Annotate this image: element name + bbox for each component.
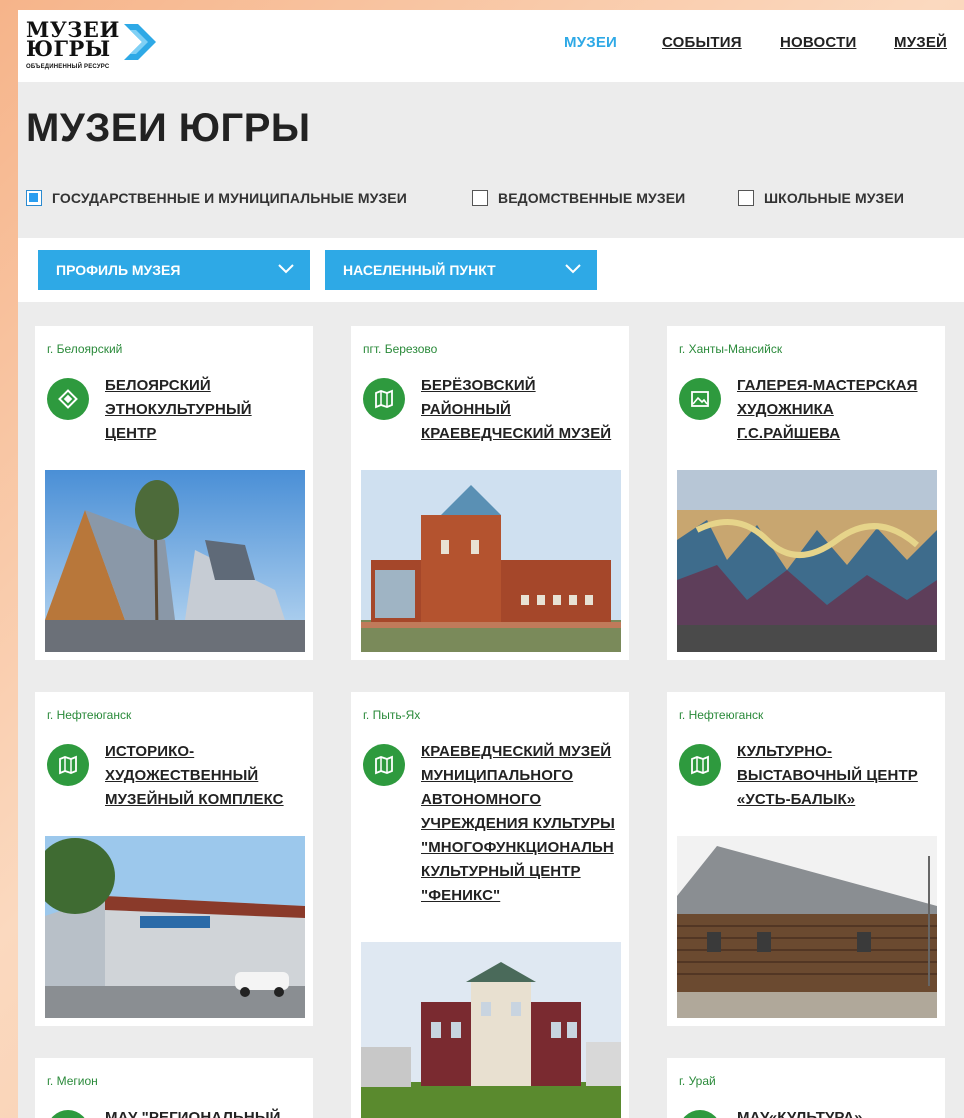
nav-item-events[interactable]: СОБЫТИЯ — [662, 34, 742, 51]
site-logo[interactable]: МУЗЕИ ЮГРЫ ОБЪЕДИНЕННЫЙ РЕСУРС — [26, 14, 176, 78]
site-header: МУЗЕИ ЮГРЫ ОБЪЕДИНЕННЫЙ РЕСУРС МУЗЕИ СОБ… — [18, 10, 964, 82]
card-title-link[interactable]: МАУ "РЕГИОНАЛЬНЫЙ — [105, 1106, 305, 1118]
locality-dropdown[interactable]: НАСЕЛЕННЫЙ ПУНКТ — [325, 250, 597, 290]
museum-photo — [45, 470, 305, 652]
map-icon — [679, 1110, 721, 1118]
museum-card[interactable]: г. Ханты-Мансийск ГАЛЕРЕЯ-МАСТЕРСКАЯ ХУД… — [667, 326, 945, 660]
card-title-link[interactable]: ИСТОРИКО- ХУДОЖЕСТВЕННЫЙ МУЗЕЙНЫЙ КОМПЛЕ… — [105, 740, 305, 812]
card-city: пгт. Березово — [363, 342, 438, 356]
diamond-ornament-icon — [47, 378, 89, 420]
logo-arrow-icon — [124, 24, 156, 60]
checkbox-checked[interactable] — [26, 190, 42, 206]
card-city: г. Урай — [679, 1074, 716, 1088]
museum-card[interactable]: г. Белоярский БЕЛОЯРСКИЙ ЭТНОКУЛЬТУРНЫЙ … — [35, 326, 313, 660]
dropdown-label: НАСЕЛЕННЫЙ ПУНКТ — [343, 262, 496, 278]
card-title-link[interactable]: ГАЛЕРЕЯ-МАСТЕРСКАЯ ХУДОЖНИКА Г.С.РАЙШЕВА — [737, 374, 937, 446]
map-icon — [363, 378, 405, 420]
nav-item-news[interactable]: НОВОСТИ — [780, 34, 856, 51]
filter-label: ВЕДОМСТВЕННЫЕ МУЗЕИ — [498, 190, 686, 206]
museum-card[interactable]: г. Пыть-Ях КРАЕВЕДЧЕСКИЙ МУЗЕЙ МУНИЦИПАЛ… — [351, 692, 629, 1118]
museum-photo — [677, 836, 937, 1018]
page-title: МУЗЕИ ЮГРЫ — [26, 106, 311, 150]
map-icon — [47, 1110, 89, 1118]
card-city: г. Белоярский — [47, 342, 123, 356]
chevron-down-icon — [278, 264, 294, 274]
museum-type-filters: ГОСУДАРСТВЕННЫЕ И МУНИЦИПАЛЬНЫЕ МУЗЕИ ВЕ… — [26, 188, 956, 212]
logo-line-2: ЮГРЫ — [26, 36, 111, 61]
museum-card[interactable]: пгт. Березово БЕРЁЗОВСКИЙ РАЙОННЫЙ КРАЕВ… — [351, 326, 629, 660]
card-title-link[interactable]: КРАЕВЕДЧЕСКИЙ МУЗЕЙ МУНИЦИПАЛЬНОГО АВТОН… — [421, 740, 621, 908]
museum-card[interactable]: г. Урай МАУ«КУЛЬТУРА» — [667, 1058, 945, 1118]
card-title-link[interactable]: БЕЛОЯРСКИЙ ЭТНОКУЛЬТУРНЫЙ ЦЕНТР — [105, 374, 305, 446]
map-icon — [679, 744, 721, 786]
filter-label: ГОСУДАРСТВЕННЫЕ И МУНИЦИПАЛЬНЫЕ МУЗЕИ — [52, 190, 407, 206]
museum-card[interactable]: г. Нефтеюганск ИСТОРИКО- ХУДОЖЕСТВЕННЫЙ … — [35, 692, 313, 1026]
page-frame: МУЗЕИ ЮГРЫ ОБЪЕДИНЕННЫЙ РЕСУРС МУЗЕИ СОБ… — [18, 10, 964, 1118]
nav-item-museums[interactable]: МУЗЕИ — [564, 34, 617, 51]
checkbox-unchecked[interactable] — [738, 190, 754, 206]
chevron-down-icon — [565, 264, 581, 274]
museum-card[interactable]: г. Нефтеюганск КУЛЬТУРНО- ВЫСТАВОЧНЫЙ ЦЕ… — [667, 692, 945, 1026]
card-city: г. Мегион — [47, 1074, 98, 1088]
museum-photo — [677, 470, 937, 652]
dropdown-label: ПРОФИЛЬ МУЗЕЯ — [56, 262, 181, 278]
logo-subtitle: ОБЪЕДИНЕННЫЙ РЕСУРС — [26, 64, 110, 70]
museum-photo — [361, 942, 621, 1118]
map-icon — [363, 744, 405, 786]
checkbox-unchecked[interactable] — [472, 190, 488, 206]
card-city: г. Пыть-Ях — [363, 708, 421, 722]
museum-card[interactable]: г. Мегион МАУ "РЕГИОНАЛЬНЫЙ — [35, 1058, 313, 1118]
card-title-link[interactable]: МАУ«КУЛЬТУРА» — [737, 1106, 937, 1118]
museum-profile-dropdown[interactable]: ПРОФИЛЬ МУЗЕЯ — [38, 250, 310, 290]
map-icon — [47, 744, 89, 786]
nav-item-museum-more[interactable]: МУЗЕЙ — [894, 34, 947, 51]
card-city: г. Ханты-Мансийск — [679, 342, 783, 356]
filter-label: ШКОЛЬНЫЕ МУЗЕИ — [764, 190, 905, 206]
museum-photo — [45, 836, 305, 1018]
card-city: г. Нефтеюганск — [47, 708, 132, 722]
card-title-link[interactable]: БЕРЁЗОВСКИЙ РАЙОННЫЙ КРАЕВЕДЧЕСКИЙ МУЗЕЙ — [421, 374, 621, 446]
picture-icon — [679, 378, 721, 420]
card-title-link[interactable]: КУЛЬТУРНО- ВЫСТАВОЧНЫЙ ЦЕНТР «УСТЬ-БАЛЫК… — [737, 740, 937, 812]
dropdown-filter-bar: ПРОФИЛЬ МУЗЕЯ НАСЕЛЕННЫЙ ПУНКТ — [18, 238, 964, 302]
museum-photo — [361, 470, 621, 652]
card-city: г. Нефтеюганск — [679, 708, 764, 722]
